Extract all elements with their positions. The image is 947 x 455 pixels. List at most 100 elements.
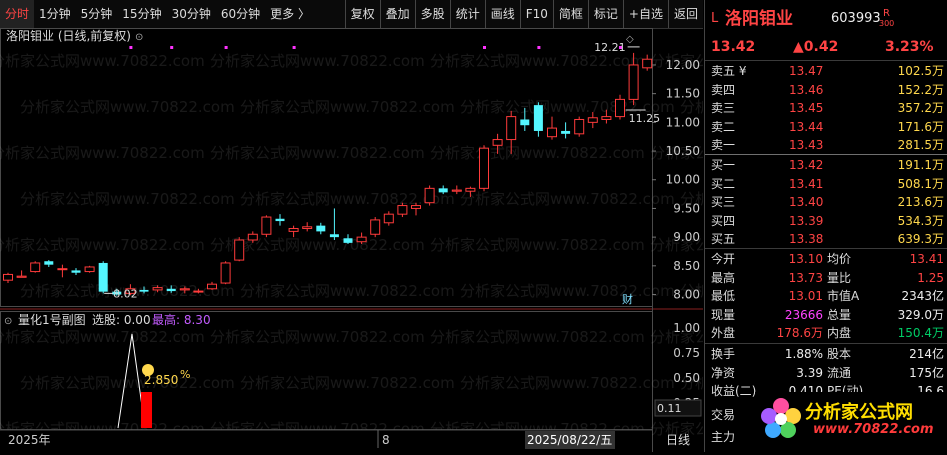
- bid-price: 13.40: [789, 195, 824, 210]
- tool-button-8[interactable]: +自选: [622, 0, 668, 28]
- candle-body-up[interactable]: [397, 205, 408, 215]
- candle-body-down[interactable]: [139, 289, 149, 292]
- trade-label[interactable]: 交易: [711, 406, 735, 425]
- stat-label: 股本: [827, 347, 852, 361]
- candle-body-up[interactable]: [465, 187, 476, 192]
- period-tab-2[interactable]: 5分钟: [76, 0, 118, 28]
- tool-button-3[interactable]: 统计: [449, 0, 485, 28]
- stat-value: 13.41: [909, 252, 944, 266]
- watermark-text: 分析家公式网www.70822.com: [20, 374, 235, 392]
- candle-body-up[interactable]: [356, 236, 367, 243]
- price-axis-label: 12.00: [666, 58, 700, 72]
- tool-button-9[interactable]: 返回: [667, 0, 703, 28]
- ask-label: 卖五 ¥: [711, 64, 747, 78]
- ask-price: 13.47: [789, 64, 824, 78]
- signal-dot: [537, 46, 541, 49]
- stat-value: 2343亿: [901, 289, 944, 304]
- candle-body-up[interactable]: [234, 239, 245, 261]
- bid-volume: 534.3万: [897, 213, 944, 228]
- candle-body-down[interactable]: [316, 225, 326, 232]
- candle-body-up[interactable]: [30, 262, 41, 273]
- candle-body-up[interactable]: [479, 147, 489, 189]
- finance-icon[interactable]: 财: [622, 292, 633, 306]
- candle-body-up[interactable]: [492, 139, 503, 146]
- candle-body-down[interactable]: [275, 218, 285, 222]
- candle-body-up[interactable]: [424, 187, 435, 204]
- signal-dot: [224, 46, 228, 49]
- candle-body-up[interactable]: [57, 268, 68, 271]
- candle-body-up[interactable]: [574, 118, 585, 135]
- period-toolbar: 分时 1分钟 5分钟 15分钟 30分钟 60分钟 更多 〉 复权 叠加 多股 统计 画线 F10 简框标…: [0, 0, 703, 29]
- bid-volume: 191.1万: [897, 158, 944, 172]
- candle-body-up[interactable]: [220, 262, 231, 284]
- kline-chart-area[interactable]: 分析家公式网www.70822.com 分析家公式网www.70822.com 分析…: [0, 28, 895, 452]
- candle-body-down[interactable]: [166, 288, 176, 292]
- candle-body-up[interactable]: [207, 283, 217, 290]
- candle-body-down[interactable]: [343, 238, 353, 243]
- period-tab-0[interactable]: 分时: [0, 0, 35, 28]
- bid-label: 买二: [711, 176, 736, 191]
- period-tab-3[interactable]: 15分钟: [117, 0, 166, 28]
- stat-value: 3.39: [796, 365, 823, 380]
- tool-button-4[interactable]: 画线: [484, 0, 520, 28]
- candle-body-down[interactable]: [561, 130, 571, 134]
- stat-label: 今开: [711, 252, 736, 266]
- candle-body-up[interactable]: [547, 127, 557, 138]
- bid-volume: 213.6万: [897, 195, 944, 210]
- candle-body-up[interactable]: [193, 290, 204, 293]
- watermark-text: 分析家公式网www.70822.com: [0, 236, 205, 254]
- ask-volume: 152.2万: [897, 82, 944, 97]
- main-force-label[interactable]: 主力: [711, 428, 735, 447]
- candle-body-down[interactable]: [44, 261, 54, 265]
- candle-body-up[interactable]: [3, 273, 13, 281]
- candle-body-up[interactable]: [261, 216, 272, 235]
- diamond-icon: ◇: [626, 34, 634, 45]
- ask-row: 卖三 13.45 357.2万: [705, 99, 947, 118]
- candle-body-up[interactable]: [642, 58, 653, 69]
- candle-body-down[interactable]: [329, 234, 339, 238]
- candle-body-up[interactable]: [302, 226, 313, 230]
- candle-body-up[interactable]: [16, 275, 27, 278]
- dropdown-icon[interactable]: ⊙: [135, 32, 143, 43]
- tool-button-6[interactable]: 简框: [552, 0, 588, 28]
- tool-button-2[interactable]: 多股: [414, 0, 450, 28]
- period-tab-1[interactable]: 1分钟: [34, 0, 76, 28]
- tool-button-1[interactable]: 叠加: [379, 0, 415, 28]
- tool-button-5[interactable]: F10: [519, 0, 553, 28]
- candle-body-down[interactable]: [98, 262, 108, 292]
- candle-body-up[interactable]: [383, 213, 394, 224]
- candle-body-up[interactable]: [411, 205, 421, 209]
- stat-value: 214亿: [909, 347, 944, 361]
- candle-body-down[interactable]: [71, 270, 81, 273]
- candle-body-up[interactable]: [84, 266, 95, 273]
- candle-body-down[interactable]: [438, 188, 448, 193]
- price-axis-label: 11.00: [666, 115, 700, 129]
- period-tab-4[interactable]: 30分钟: [167, 0, 216, 28]
- period-tab-6[interactable]: 更多 〉: [265, 0, 315, 28]
- candle-body-up[interactable]: [628, 64, 639, 100]
- candle-body-up[interactable]: [506, 116, 517, 141]
- candle-body-up[interactable]: [451, 189, 462, 192]
- candle-body-up[interactable]: [370, 219, 381, 235]
- period-tab-5[interactable]: 60分钟: [216, 0, 265, 28]
- candle-body-up[interactable]: [587, 117, 598, 123]
- candle-body-up[interactable]: [247, 233, 258, 241]
- tool-button-7[interactable]: 标记: [587, 0, 623, 28]
- candle-body-up[interactable]: [601, 116, 612, 120]
- candle-body-down[interactable]: [533, 105, 543, 131]
- price-axis-label: 11.50: [666, 87, 700, 101]
- ask-row: 卖二 13.44 171.6万: [705, 118, 947, 137]
- tool-button-0[interactable]: 复权: [344, 0, 380, 28]
- candle-body-up[interactable]: [288, 228, 299, 232]
- indicator-dropdown-icon[interactable]: ⊙: [4, 316, 12, 327]
- kline-chart-svg[interactable]: 分析家公式网www.70822.com 分析家公式网www.70822.com 分析…: [0, 28, 895, 452]
- stat-label: 均价: [827, 252, 852, 266]
- bid-price: 13.38: [789, 232, 824, 247]
- price-axis-label: 8.50: [673, 259, 700, 273]
- candle-body-up[interactable]: [615, 98, 625, 118]
- candle-body-down[interactable]: [520, 119, 530, 126]
- candle-body-up[interactable]: [152, 287, 163, 291]
- stat-label: 换手: [711, 347, 736, 361]
- candle-body-up[interactable]: [179, 288, 190, 291]
- stat-label: 最低: [711, 289, 736, 304]
